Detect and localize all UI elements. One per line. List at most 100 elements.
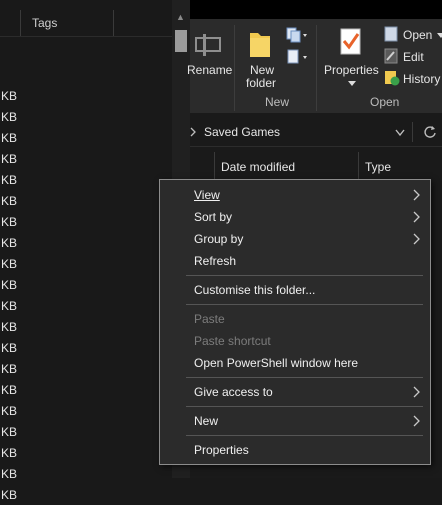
address-path[interactable]: Saved Games [204,125,280,139]
column-divider[interactable] [20,10,21,36]
group-divider [234,25,235,111]
new-folder-label-2: folder [246,76,277,90]
chevron-down-icon[interactable] [395,129,405,137]
group-divider [316,25,317,111]
size-cell: 5 KB [0,152,18,166]
size-cell: 0 KB [0,173,18,187]
open-icon [384,26,398,42]
menu-item-group-by[interactable]: Group by [194,229,420,249]
history-label: History [403,72,441,86]
new-folder-icon [250,33,270,57]
edit-icon [384,48,398,64]
size-cell: 5 KB [0,215,18,229]
menu-separator [186,275,423,276]
menu-item-properties[interactable]: Properties [194,440,420,460]
group-new-label: New [265,95,290,109]
menu-item-label: Open PowerShell window here [194,356,359,370]
size-cell: 4 KB [0,488,18,502]
size-cell: 0 KB [0,278,18,292]
size-cell: 0 KB [0,194,18,208]
menu-item-open-powershell[interactable]: Open PowerShell window here [194,353,420,373]
menu-item-new[interactable]: New [194,411,420,431]
menu-item-label: Refresh [194,254,237,268]
rename-icon [195,34,221,56]
rename-button[interactable]: Rename [187,19,233,89]
easy-access-icon [287,49,307,64]
history-button[interactable]: History [384,69,442,89]
tags-column-header[interactable]: Tags [32,16,57,30]
size-cell: 5 KB [0,299,18,313]
size-cell: 7 KB [0,425,18,439]
size-cell: 0 KB [0,89,18,103]
scrollbar-thumb[interactable] [175,30,187,52]
size-cell: 7 KB [0,320,18,334]
size-cell: 5 KB [0,404,18,418]
column-divider[interactable] [358,152,359,180]
menu-item-label: Properties [194,443,249,457]
chevron-right-icon [413,211,420,223]
scroll-up-arrow-icon[interactable]: ▲ [176,12,185,22]
size-cell: 0 KB [0,131,18,145]
new-folder-label-1: New [250,63,275,77]
size-cell: 0 KB [0,341,18,355]
type-header[interactable]: Type [365,160,391,174]
menu-item-paste-shortcut: Paste shortcut [194,331,420,351]
chevron-right-icon [413,386,420,398]
properties-checkmark-icon [340,28,361,55]
menu-separator [186,435,423,436]
menu-item-label: Group by [194,232,244,246]
chevron-right-icon [413,233,420,245]
date-modified-header[interactable]: Date modified [221,160,295,174]
size-cell: 7 KB [0,236,18,250]
rename-label: Rename [187,63,233,77]
properties-label: Properties [324,63,379,77]
new-item-button[interactable] [286,27,310,47]
address-divider [412,122,413,142]
size-cell: 5 KB [0,110,18,124]
menu-item-label: Give access to [194,385,273,399]
size-cell: 0 KB [0,446,18,460]
menu-item-label: Paste [194,312,225,326]
title-bar [190,0,442,19]
size-cell: 5 KB [0,467,18,481]
menu-item-label: Sort by [194,210,233,224]
size-cell: 5 KB [0,257,18,271]
context-menu: View Sort by Group by Refresh Customise … [159,179,431,465]
menu-item-sort-by[interactable]: Sort by [194,207,420,227]
history-icon [385,71,400,86]
menu-item-customise-folder[interactable]: Customise this folder... [194,280,420,300]
size-cell: 5 KB [0,362,18,376]
size-cell: 0 KB [0,383,18,397]
menu-separator [186,304,423,305]
chevron-right-icon [190,127,196,137]
chevron-down-icon [348,81,356,86]
menu-item-paste: Paste [194,309,420,329]
refresh-icon[interactable] [423,125,437,139]
address-bar[interactable]: Saved Games [190,118,442,147]
ribbon: Rename New folder New Properties Open Ed… [187,19,442,113]
menu-item-refresh[interactable]: Refresh [194,251,420,271]
column-header-row: Tags [0,10,172,37]
new-folder-button[interactable]: New folder [244,23,284,90]
properties-button[interactable]: Properties [324,23,380,89]
menu-item-give-access[interactable]: Give access to [194,382,420,402]
menu-separator [186,406,423,407]
open-button[interactable]: Open [384,25,442,45]
group-open-label: Open [370,95,400,109]
menu-item-label: View [194,188,220,202]
easy-access-button[interactable] [286,49,310,69]
menu-separator [186,377,423,378]
column-divider[interactable] [214,152,215,180]
open-label: Open [403,28,433,42]
menu-item-view[interactable]: View [194,185,420,205]
chevron-right-icon [413,415,420,427]
menu-item-label: Paste shortcut [194,334,271,348]
chevron-right-icon [413,189,420,201]
menu-item-label: Customise this folder... [194,283,316,297]
chevron-down-icon [437,33,442,38]
new-item-icon [286,27,307,43]
edit-label: Edit [403,50,424,64]
edit-button[interactable]: Edit [384,47,442,67]
column-divider[interactable] [113,10,114,36]
column-header-row: Date modified Type [190,152,442,180]
